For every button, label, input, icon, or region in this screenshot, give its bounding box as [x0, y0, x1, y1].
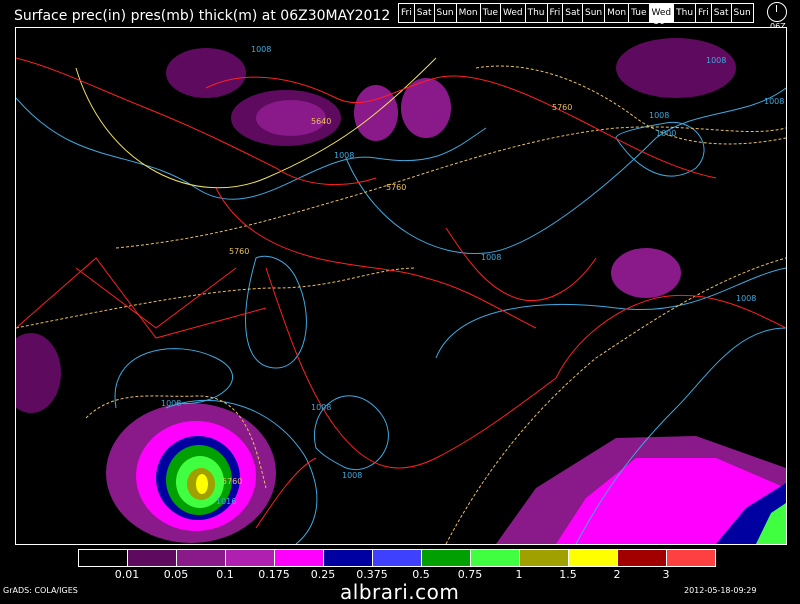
colorbar-tick: 0.175 — [258, 568, 290, 581]
isobar — [245, 255, 307, 369]
colorbar-tick: 0.75 — [457, 568, 483, 581]
thickness-label: 5760 — [552, 103, 572, 112]
day-strip: Fri Sat Sun Mon Tue Wed Thu Fri Sat Sun … — [398, 3, 754, 27]
day-label: Sun — [583, 4, 606, 22]
day-label: Sun — [435, 4, 457, 22]
day-label: Sat — [415, 4, 435, 22]
colorbar-swatch — [79, 550, 128, 566]
thickness-label: 5760 — [222, 477, 242, 486]
day-label: Tue — [481, 4, 501, 22]
colorbar-swatch — [569, 550, 618, 566]
thickness-label: 5760 — [386, 183, 406, 192]
pressure-label: 1008 — [161, 399, 181, 408]
credit-text: GrADS: COLA/IGES — [3, 586, 78, 595]
precip-area — [16, 333, 61, 413]
day-label: Wed — [501, 4, 526, 22]
precip-area — [166, 48, 246, 98]
day-label: Thu — [674, 4, 697, 22]
thickness-label: 5640 — [311, 117, 331, 126]
pressure-label: 1008 — [736, 294, 756, 303]
colorbar-tick: 1.5 — [559, 568, 577, 581]
precip-area — [616, 38, 736, 98]
colorbar-tick: 0.25 — [310, 568, 336, 581]
colorbar-swatch — [275, 550, 324, 566]
current-day-label: Wed 30 — [649, 4, 675, 27]
watermark: albrari.com — [340, 580, 460, 604]
pressure-label: 1008 — [342, 471, 362, 480]
colorbar-tick: 3 — [662, 568, 670, 581]
current-date: 30 — [653, 17, 665, 27]
pressure-label: 1000 — [656, 129, 676, 138]
thickness-label: 5760 — [229, 247, 249, 256]
isopleth — [16, 267, 417, 329]
day-label: Sun — [733, 8, 751, 18]
colorbar-swatch — [177, 550, 226, 566]
colorbar-swatch — [520, 550, 569, 566]
precip-colorbar — [78, 549, 716, 567]
colorbar-tick: 0.01 — [114, 568, 140, 581]
precip-area — [611, 248, 681, 298]
colorbar-tick: 2 — [613, 568, 621, 581]
pressure-label: 1016 — [216, 497, 236, 506]
day-label: Tue — [629, 4, 650, 22]
coastline — [265, 267, 557, 469]
pressure-label: 1008 — [251, 45, 271, 54]
border — [75, 267, 237, 329]
day-label: Sat — [712, 4, 732, 22]
precip-area — [196, 474, 208, 494]
map-title: Surface prec(in) pres(mb) thick(m) at 06… — [14, 8, 391, 24]
coastline — [445, 227, 597, 302]
day-label: Mon — [457, 4, 481, 22]
colorbar-swatch — [324, 550, 373, 566]
day-label: Thu — [526, 4, 548, 22]
colorbar-swatch — [128, 550, 177, 566]
clock-icon — [767, 2, 787, 22]
day-label: Sat — [563, 4, 584, 22]
pressure-label: 1008 — [649, 111, 669, 120]
colorbar-tick: 1 — [515, 568, 523, 581]
pressure-label: 1008 — [334, 151, 354, 160]
pressure-label: 1008 — [764, 97, 784, 106]
colorbar-swatch — [373, 550, 422, 566]
colorbar-swatch — [618, 550, 667, 566]
day-label: Fri — [696, 4, 712, 22]
pressure-label: 1008 — [481, 253, 501, 262]
colorbar-swatch — [667, 550, 715, 566]
map-canvas: 1008 1008 1008 1008 1008 1008 1008 1000 … — [16, 38, 786, 544]
day-label: Fri — [548, 4, 564, 22]
colorbar-tick: 0.1 — [216, 568, 234, 581]
weather-map: 1008 1008 1008 1008 1008 1008 1008 1000 … — [15, 27, 787, 545]
colorbar-swatch — [471, 550, 520, 566]
timestamp: 2012-05-18-09:29 — [684, 586, 757, 595]
colorbar-swatch — [422, 550, 471, 566]
pressure-label: 1008 — [706, 56, 726, 65]
day-label: Mon — [605, 4, 630, 22]
border — [16, 257, 267, 339]
pressure-label: 1008 — [311, 403, 331, 412]
colorbar-swatch — [226, 550, 275, 566]
day-label: Fri — [399, 4, 415, 22]
colorbar-tick: 0.05 — [163, 568, 189, 581]
